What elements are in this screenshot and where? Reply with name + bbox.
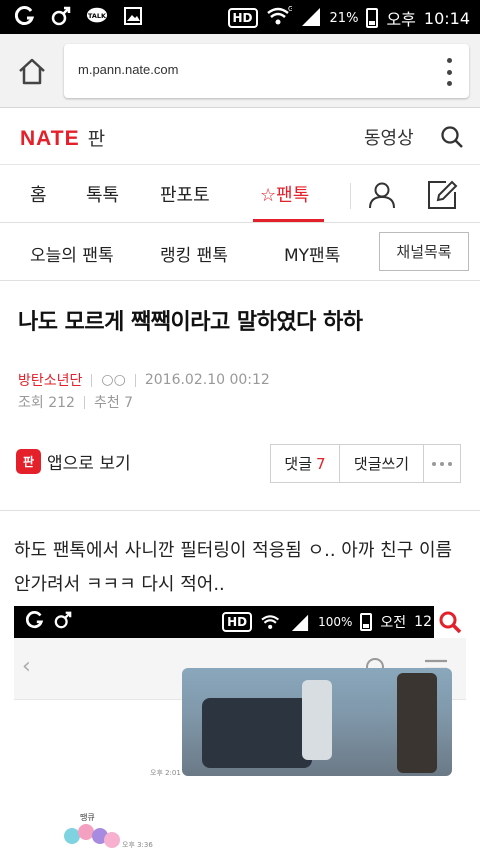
overflow-menu-icon[interactable] (445, 58, 453, 86)
open-in-app-label: 앱으로 보기 (47, 454, 131, 474)
home-icon[interactable] (16, 56, 48, 88)
url-text[interactable]: m.pann.nate.com (78, 62, 178, 77)
svg-text:TALK: TALK (88, 12, 107, 20)
browser-toolbar: m.pann.nate.com (0, 34, 480, 108)
comments-button[interactable]: 댓글 7 (271, 445, 340, 482)
message-time: 오후 2:01 (150, 769, 181, 777)
pann-app-icon: 판 (16, 449, 41, 474)
clock-ampm: 오후 (386, 10, 416, 29)
signal-icon (300, 6, 322, 30)
logo-brand: NATE (20, 127, 80, 150)
divider (134, 373, 136, 387)
gallery-icon (122, 5, 144, 27)
gender-icon (50, 5, 72, 27)
wifi-icon (261, 615, 280, 629)
active-tab-indicator (253, 219, 324, 222)
logo-sub: 판 (87, 128, 106, 150)
tab-toktok[interactable]: 톡톡 (86, 181, 119, 207)
clock-time: 10:14 (423, 8, 470, 28)
open-in-app-button[interactable]: 판 앱으로 보기 (16, 449, 131, 474)
post-author[interactable]: 방탄소년단 (18, 370, 82, 390)
divider (0, 510, 480, 511)
author-extra: ○○ (101, 372, 126, 388)
search-icon (434, 606, 466, 638)
post-body: 하도 팬톡에서 사니깐 필터링이 적응됨 ㅇ.. 아까 친구 이름 안가려서 ㅋ… (14, 540, 453, 595)
subtab-ranking[interactable]: 랭킹 팬톡 (160, 241, 228, 266)
back-icon: ‹ (22, 654, 31, 679)
tab-fantok[interactable]: ☆팬톡 (260, 181, 309, 207)
heart-emoji (104, 832, 120, 848)
comment-count: 7 (316, 454, 326, 473)
battery-icon (360, 613, 373, 631)
kakaotalk-icon: TALK (86, 5, 108, 27)
edit-icon[interactable] (426, 179, 458, 215)
tab-panphoto[interactable]: 판포토 (160, 181, 210, 207)
divider (83, 395, 85, 409)
post-title: 나도 모르게 짹짹이라고 말하였다 하하 (18, 310, 363, 335)
more-options-button[interactable] (424, 445, 460, 482)
address-bar[interactable]: m.pann.nate.com (64, 44, 469, 98)
sub-nav: 오늘의 팬톡 랭킹 팬톡 MY팬톡 채널목록 (0, 223, 480, 281)
wifi-icon: G (266, 5, 293, 31)
battery-percent: 21% (329, 10, 359, 26)
site-header: NATE 판 동영상 (0, 108, 480, 165)
nate-pann-logo[interactable]: NATE 판 (20, 124, 105, 151)
channel-list-button[interactable]: 채널목록 (379, 232, 469, 271)
message-text: 땡큐 (80, 813, 95, 822)
hd-voice-icon: HD (227, 8, 258, 28)
embedded-battery-percent: 100% (318, 615, 353, 629)
embedded-clock-time: 12 (414, 614, 432, 630)
post-date: 2016.02.10 00:12 (144, 372, 270, 388)
post-stats: 조회 212 추천 7 (18, 392, 133, 412)
comment-actions: 댓글 7 댓글쓰기 (270, 444, 461, 483)
divider (91, 373, 93, 387)
tab-home[interactable]: 홈 (30, 181, 47, 207)
write-comment-button[interactable]: 댓글쓰기 (340, 445, 424, 482)
status-bar: TALK HD G 21% 오후 10:14 (0, 0, 480, 34)
search-icon[interactable] (440, 125, 464, 149)
signal-icon (291, 614, 309, 631)
gender-icon (54, 611, 72, 629)
recommend-count: 추천 7 (93, 395, 134, 411)
post-image: HD 100% 오전 12 ‹ 오후 2:01 땡큐 오후 3:36 (14, 606, 466, 853)
message-time: 오후 3:36 (122, 841, 153, 849)
g-app-icon (26, 611, 44, 629)
view-count: 조회 212 (18, 395, 75, 411)
more-icon (432, 461, 452, 466)
svg-text:G: G (288, 5, 292, 13)
post-meta: 방탄소년단 ○○ 2016.02.10 00:12 (18, 370, 270, 390)
g-app-icon (14, 5, 36, 27)
subtab-today[interactable]: 오늘의 팬톡 (30, 241, 114, 266)
embedded-clock-ampm: 오전 (380, 615, 407, 631)
user-icon[interactable] (367, 180, 397, 214)
photo-thumbnail (182, 668, 452, 776)
embedded-status-bar: HD 100% 오전 12 (14, 606, 466, 638)
divider (350, 183, 351, 209)
battery-icon (366, 8, 379, 28)
hd-voice-icon: HD (222, 612, 253, 632)
main-nav: 홈 톡톡 판포토 ☆팬톡 (0, 165, 480, 223)
video-link[interactable]: 동영상 (364, 124, 414, 150)
comments-label: 댓글 (284, 455, 313, 473)
subtab-my[interactable]: MY팬톡 (284, 241, 340, 266)
